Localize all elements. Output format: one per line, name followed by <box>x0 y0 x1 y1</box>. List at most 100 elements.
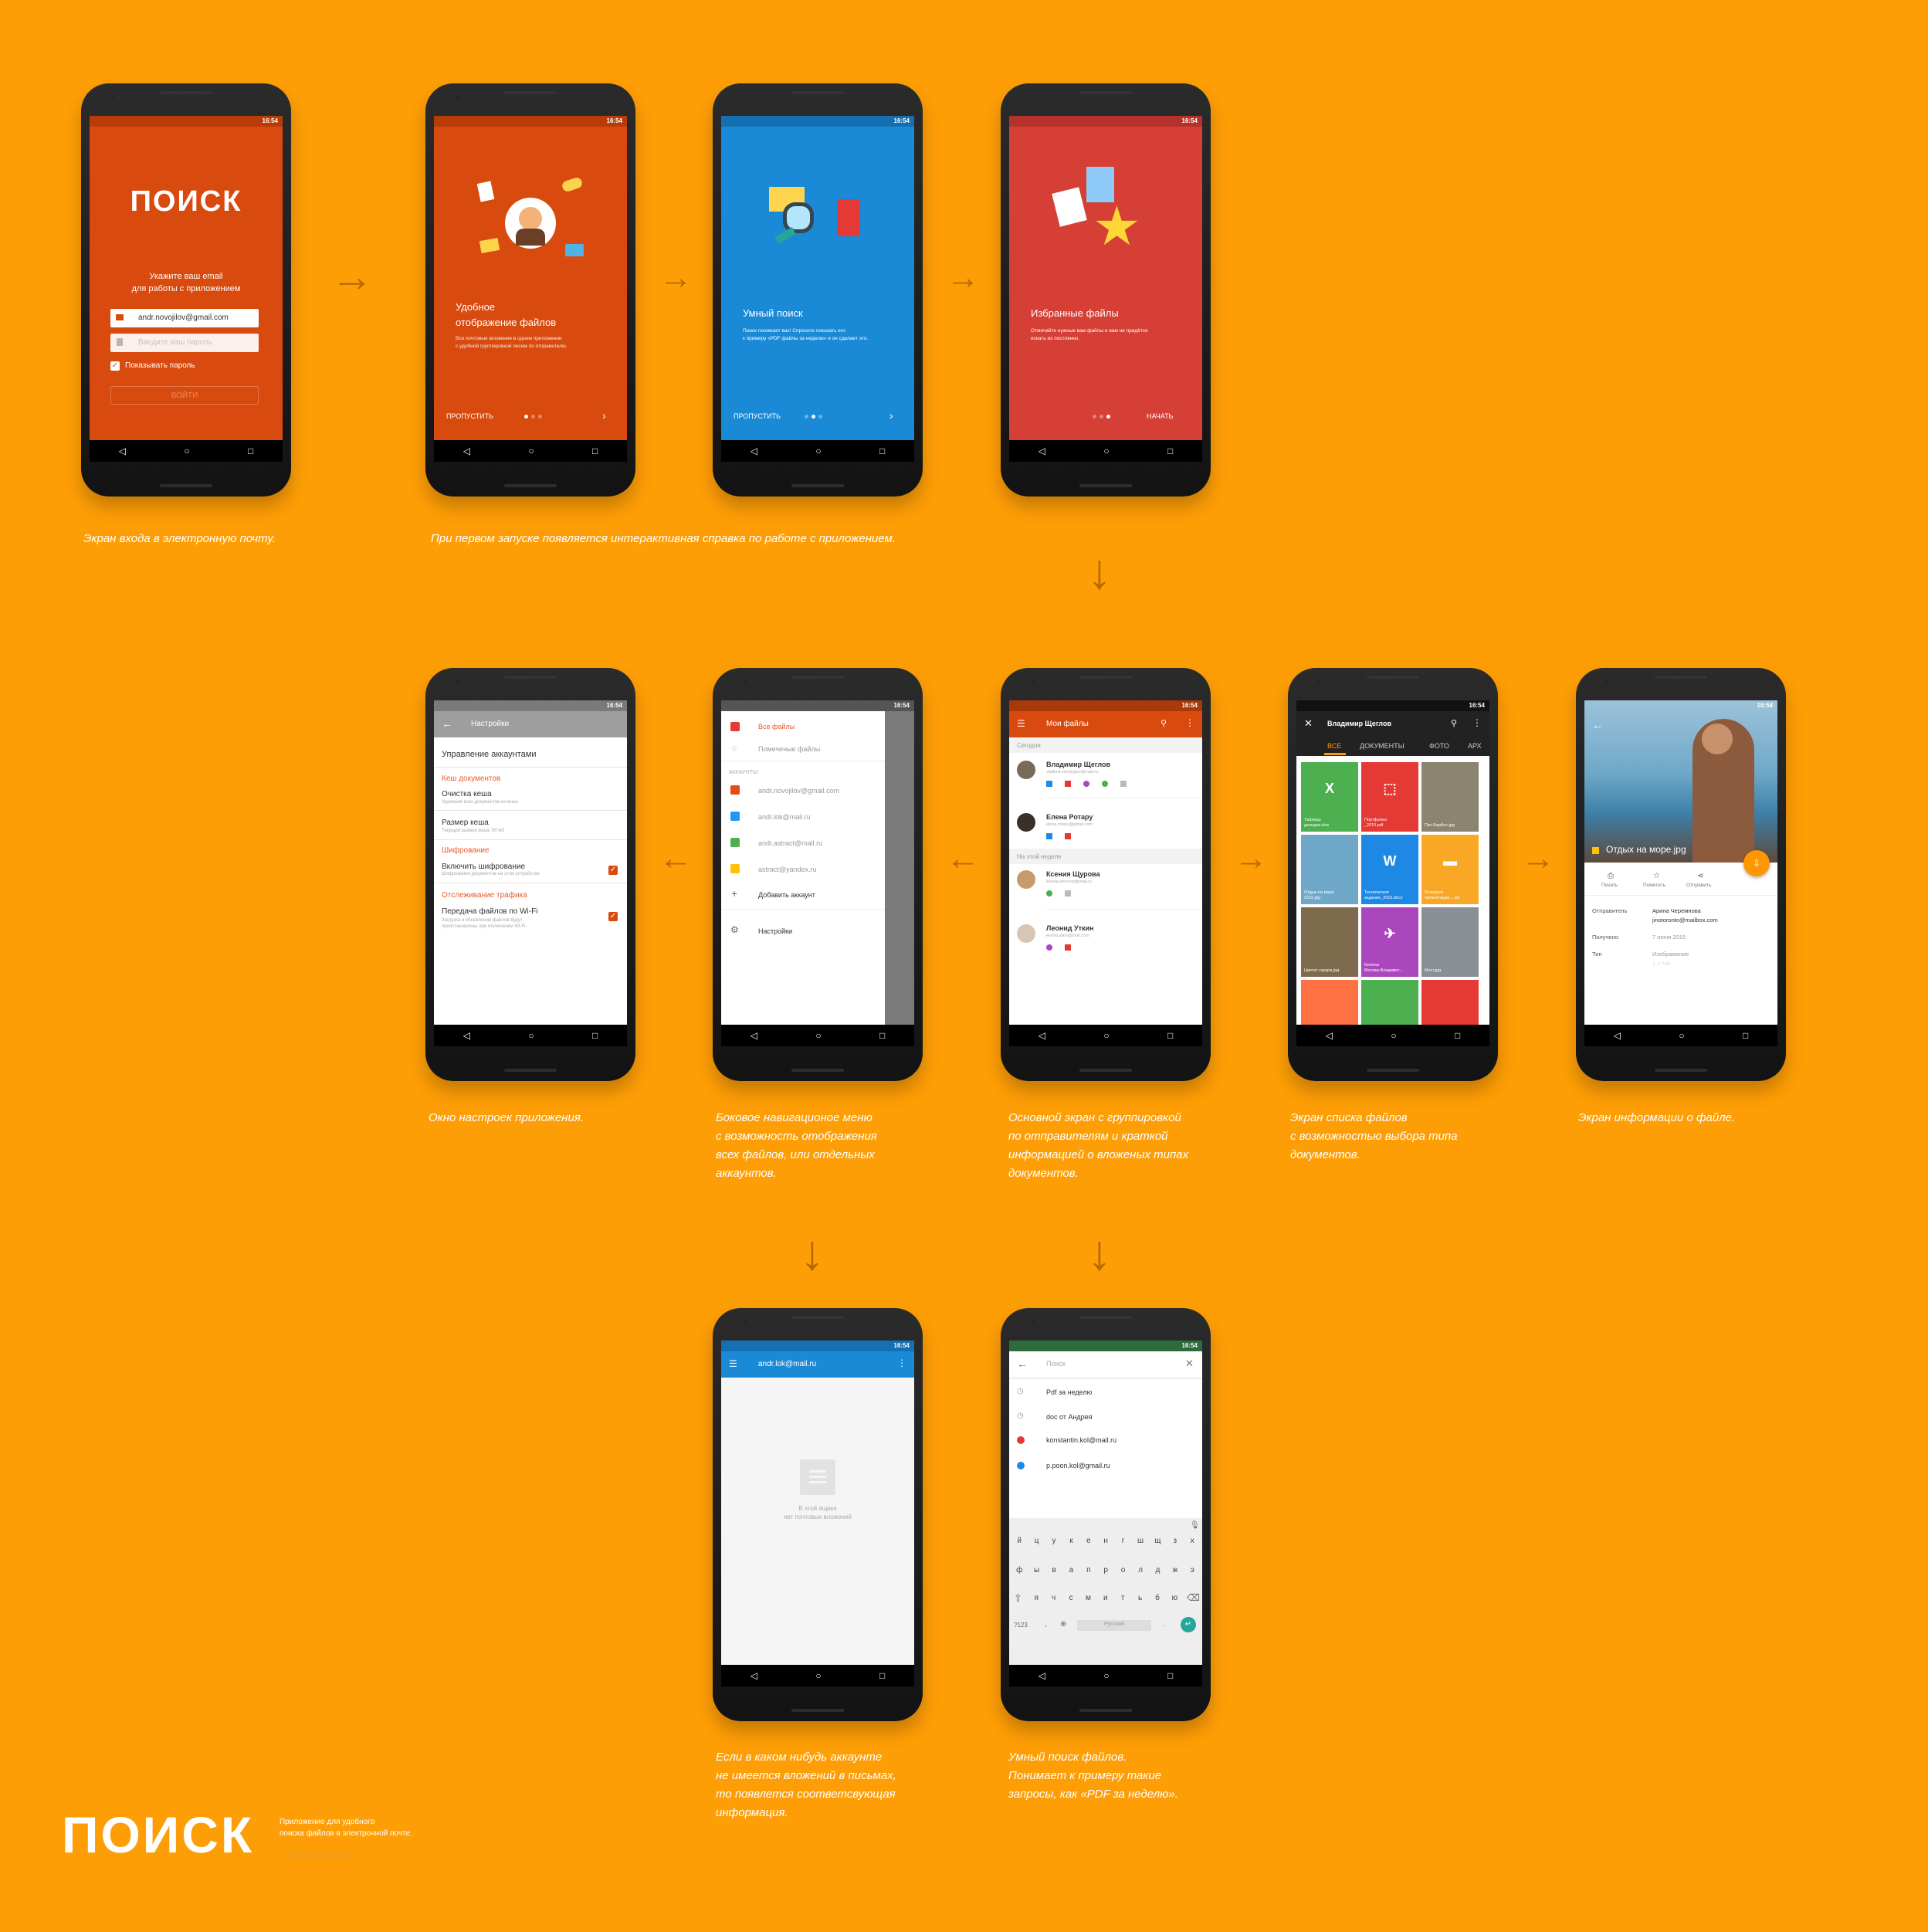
numbers-key[interactable]: ?123 <box>1014 1622 1028 1629</box>
account-item[interactable]: andr.lok@mail.ru <box>758 813 811 821</box>
cache-size[interactable]: Размер кеша <box>442 819 489 827</box>
home-icon[interactable]: ○ <box>1391 1030 1396 1041</box>
recents-icon[interactable]: □ <box>1167 1030 1173 1041</box>
keyboard-key[interactable]: в <box>1045 1566 1062 1574</box>
back-icon[interactable]: ◁ <box>1039 446 1045 456</box>
keyboard-key[interactable]: ц <box>1028 1537 1045 1545</box>
next-button[interactable]: › <box>889 409 893 422</box>
file-tile[interactable] <box>1421 980 1479 1025</box>
recents-icon[interactable]: □ <box>592 446 598 456</box>
comma-key[interactable]: , <box>1045 1620 1047 1629</box>
wifi-checkbox[interactable]: ✓ <box>608 912 618 921</box>
account-item[interactable]: astract@yandex.ru <box>758 866 817 873</box>
file-tile[interactable] <box>1361 980 1418 1025</box>
skip-button[interactable]: ПРОПУСТИТЬ <box>734 412 781 420</box>
print-icon[interactable]: ⎙ <box>1608 872 1614 880</box>
keyboard-key[interactable]: ф <box>1011 1566 1028 1574</box>
recents-icon[interactable]: □ <box>1167 446 1173 456</box>
home-icon[interactable]: ○ <box>815 1670 821 1681</box>
keyboard-key[interactable]: к <box>1062 1537 1079 1545</box>
mark-button[interactable]: Пометить <box>1643 883 1665 888</box>
clear-cache[interactable]: Очистка кеша <box>442 790 492 798</box>
suggestion-item[interactable]: Pdf за неделю <box>1046 1388 1092 1396</box>
star-icon[interactable]: ☆ <box>1653 872 1660 880</box>
recents-icon[interactable]: □ <box>879 446 885 456</box>
file-tile[interactable]: ✈ Билеты Москва-Владивос... <box>1361 907 1418 977</box>
keyboard-key[interactable]: ш <box>1132 1537 1149 1545</box>
keyboard-key[interactable]: ю <box>1166 1594 1183 1602</box>
drawer-marked[interactable]: Помеченые файлы <box>758 745 820 753</box>
suggestion-item[interactable]: doc от Андрея <box>1046 1413 1093 1421</box>
add-account-button[interactable]: Добавить аккаунт <box>758 891 815 899</box>
dot-key[interactable]: . <box>1164 1620 1166 1629</box>
suggestion-item[interactable]: p.poon.kol@gmail.ru <box>1046 1462 1110 1469</box>
keyboard-key[interactable]: я <box>1028 1594 1045 1602</box>
back-icon[interactable]: ◁ <box>119 446 126 456</box>
back-arrow-icon[interactable]: ← <box>1592 719 1603 731</box>
home-icon[interactable]: ○ <box>1103 1670 1109 1681</box>
mic-icon[interactable]: 🎙 <box>1190 1521 1200 1530</box>
search-input[interactable]: Поиск <box>1046 1360 1066 1368</box>
back-icon[interactable]: ◁ <box>1326 1030 1333 1041</box>
home-icon[interactable]: ○ <box>815 1030 821 1041</box>
keyboard-key[interactable]: з <box>1167 1537 1184 1545</box>
file-tile[interactable]: X Таблица доходов.xlsx <box>1301 762 1358 832</box>
file-tile[interactable]: ⬚ Портфолио _2015.pdf <box>1361 762 1418 832</box>
back-icon[interactable]: ◁ <box>463 446 470 456</box>
search-icon[interactable]: ⚲ <box>1161 718 1167 728</box>
download-button[interactable]: ⇩ <box>1743 850 1770 876</box>
keyboard-key[interactable]: л <box>1132 1566 1149 1574</box>
keyboard-key[interactable]: е <box>1080 1537 1097 1545</box>
login-button[interactable]: ВОЙТИ <box>110 386 259 405</box>
recents-icon[interactable]: □ <box>1455 1030 1460 1041</box>
enter-key[interactable]: ↵ <box>1181 1617 1196 1632</box>
space-key[interactable]: Русский <box>1077 1620 1151 1631</box>
file-tile[interactable]: Мост.jpg <box>1421 907 1479 977</box>
recents-icon[interactable]: □ <box>1743 1030 1748 1041</box>
tab-all[interactable]: ВСЕ <box>1327 742 1341 750</box>
start-button[interactable]: НАЧАТЬ <box>1147 412 1174 420</box>
drawer-all-files[interactable]: Все файлы <box>758 723 795 730</box>
show-password-checkbox[interactable]: ✓ <box>110 361 120 371</box>
manage-accounts[interactable]: Управление аккаунтами <box>442 750 537 759</box>
keyboard-key[interactable]: э <box>1184 1566 1201 1574</box>
home-icon[interactable]: ○ <box>1103 1030 1109 1041</box>
tab-documents[interactable]: ДОКУМЕНТЫ <box>1360 742 1404 750</box>
close-icon[interactable]: ✕ <box>1304 717 1313 730</box>
keyboard-key[interactable]: о <box>1114 1566 1131 1574</box>
print-button[interactable]: Печать <box>1601 883 1618 888</box>
keyboard-key[interactable]: й <box>1011 1537 1028 1545</box>
keyboard-key[interactable]: п <box>1080 1566 1097 1574</box>
keyboard-key[interactable]: с <box>1062 1594 1079 1602</box>
back-icon[interactable]: ◁ <box>463 1030 470 1041</box>
recents-icon[interactable]: □ <box>592 1030 598 1041</box>
keyboard-key[interactable]: д <box>1149 1566 1166 1574</box>
more-icon[interactable]: ⋮ <box>1185 717 1194 728</box>
keyboard-key[interactable]: б <box>1149 1594 1166 1602</box>
back-arrow-icon[interactable]: ← <box>1017 1357 1028 1370</box>
keyboard-key[interactable]: н <box>1097 1537 1114 1545</box>
recents-icon[interactable]: □ <box>879 1030 885 1041</box>
drawer-settings[interactable]: Настройки <box>758 927 792 935</box>
file-tile[interactable] <box>1301 980 1358 1025</box>
globe-icon[interactable]: ⊕ <box>1060 1620 1066 1629</box>
file-tile[interactable]: W Техническое задание_2015.docx <box>1361 835 1418 904</box>
suggestion-item[interactable]: konstantin.kol@mail.ru <box>1046 1436 1116 1444</box>
account-item[interactable]: andr.novojilov@gmail.com <box>758 787 839 795</box>
back-arrow-icon[interactable]: ← <box>442 717 452 730</box>
recents-icon[interactable]: □ <box>248 446 253 456</box>
keyboard-key[interactable]: т <box>1114 1594 1131 1602</box>
recents-icon[interactable]: □ <box>1167 1670 1173 1681</box>
keyboard-key[interactable]: ь <box>1131 1594 1148 1602</box>
keyboard-key[interactable]: м <box>1079 1594 1096 1602</box>
file-tile[interactable]: ▬ Исходник презентации....zip <box>1421 835 1479 904</box>
home-icon[interactable]: ○ <box>528 446 534 456</box>
password-field[interactable]: Введите ваш пароль <box>110 334 259 352</box>
next-button[interactable]: › <box>602 409 606 422</box>
menu-icon[interactable]: ☰ <box>729 1358 737 1369</box>
back-icon[interactable]: ◁ <box>751 1670 757 1681</box>
tab-archives[interactable]: АРХ <box>1468 742 1482 750</box>
back-icon[interactable]: ◁ <box>1614 1030 1621 1041</box>
keyboard-key[interactable]: а <box>1062 1566 1079 1574</box>
more-icon[interactable]: ⋮ <box>897 1357 906 1368</box>
